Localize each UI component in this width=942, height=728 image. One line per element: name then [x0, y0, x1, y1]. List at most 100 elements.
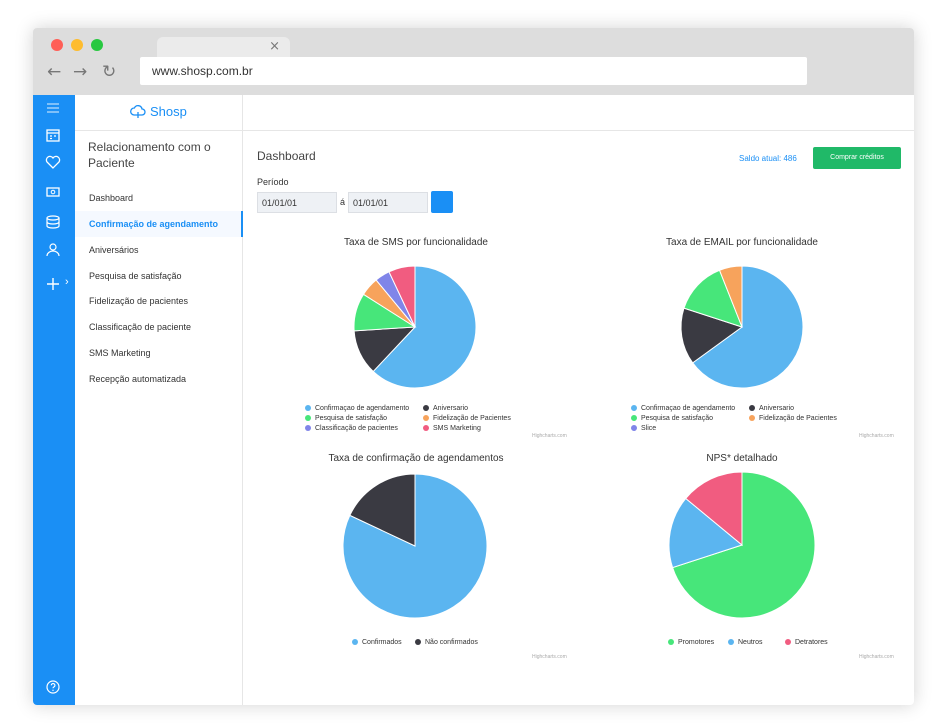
legend-dot-icon: [415, 639, 421, 645]
cloud-icon: [130, 104, 146, 118]
legend-dot-icon: [423, 415, 429, 421]
chart-credit[interactable]: Highcharts.com: [532, 654, 567, 660]
chart-credit[interactable]: Highcharts.com: [859, 654, 894, 660]
help-icon[interactable]: [44, 678, 62, 696]
add-icon[interactable]: [44, 275, 62, 293]
forward-icon[interactable]: →: [73, 62, 87, 82]
legend-dot-icon: [785, 639, 791, 645]
back-icon[interactable]: ←: [47, 62, 61, 82]
legend-item[interactable]: Confirmados: [352, 639, 402, 646]
legend-dot-icon: [352, 639, 358, 645]
pie-svg: [668, 471, 816, 619]
legend-item[interactable]: Fidelização de Pacientes: [749, 415, 837, 422]
page-title: Dashboard: [257, 149, 316, 163]
legend-dot-icon: [423, 405, 429, 411]
money-icon[interactable]: [44, 183, 62, 201]
date-separator: á: [340, 197, 346, 207]
sidebar-item-6[interactable]: Classificação de paciente: [75, 314, 243, 340]
legend-label: Aniversario: [433, 405, 469, 412]
period-label: Período: [257, 177, 289, 187]
pie-chart-4: NPS* detalhado Promotores Neutros Detratore…: [583, 450, 901, 665]
legend-label: Promotores: [678, 639, 715, 646]
pie-chart-3: Taxa de confirmação de agendamentos Confi…: [257, 450, 575, 665]
legend-item[interactable]: Não confirmados: [415, 639, 478, 646]
close-window-button[interactable]: [51, 39, 63, 51]
sidebar-item-2[interactable]: Confirmação de agendamento: [75, 211, 243, 237]
menu-icon[interactable]: [44, 99, 62, 117]
legend-label: Confirmaçao de agendamento: [641, 405, 736, 412]
legend-item[interactable]: Slice: [631, 425, 656, 432]
pie-chart-2: Taxa de EMAIL por funcionalidade Confirma…: [583, 233, 901, 448]
legend-dot-icon: [631, 425, 637, 431]
legend-label: Confirmaçao de agendamento: [315, 405, 410, 412]
legend-item[interactable]: Confirmaçao de agendamento: [305, 405, 409, 412]
top-bar: [243, 95, 914, 131]
section-title: Relacionamento com o Paciente: [88, 140, 211, 170]
sidebar-item-1[interactable]: Dashboard: [75, 185, 243, 211]
legend-item[interactable]: Aniversario: [749, 405, 794, 412]
legend-item[interactable]: SMS Marketing: [423, 425, 481, 432]
minimize-window-button[interactable]: [71, 39, 83, 51]
reload-icon[interactable]: ↻: [102, 62, 116, 82]
pie-chart-1: Taxa de SMS por funcionalidade Confirmaça…: [257, 233, 575, 448]
legend-label: Neutros: [738, 639, 763, 646]
legend-label: Fidelização de Pacientes: [433, 415, 511, 422]
sidebar-item-5[interactable]: Fidelização de pacientes: [75, 288, 243, 314]
legend-item[interactable]: Fidelização de Pacientes: [423, 415, 511, 422]
legend-label: Pesquisa de satisfação: [641, 415, 713, 422]
legend-dot-icon: [749, 405, 755, 411]
legend-label: SMS Marketing: [433, 425, 481, 432]
legend-dot-icon: [423, 425, 429, 431]
legend-item[interactable]: Classificação de pacientes: [305, 425, 398, 432]
sidebar: Shosp Relacionamento com o Paciente Dash…: [75, 95, 243, 705]
logo-text: Shosp: [150, 103, 187, 119]
pie-svg: [342, 473, 488, 619]
chart-credit[interactable]: Highcharts.com: [532, 433, 567, 439]
pie-svg: [353, 265, 477, 389]
calendar-icon[interactable]: [44, 126, 62, 144]
legend-item[interactable]: Confirmaçao de agendamento: [631, 405, 735, 412]
sidebar-item-4[interactable]: Pesquisa de satisfação: [75, 263, 243, 289]
legend-label: Detratores: [795, 639, 828, 646]
date-to-input[interactable]: 01/01/01: [348, 192, 428, 213]
icon-bar: ›: [33, 95, 75, 705]
expand-icon[interactable]: ›: [65, 276, 69, 288]
sidebar-item-3[interactable]: Aniversários: [75, 237, 243, 263]
sidebar-item-8[interactable]: Recepção automatizada: [75, 366, 243, 392]
maximize-window-button[interactable]: [91, 39, 103, 51]
legend-item[interactable]: Aniversario: [423, 405, 468, 412]
legend-dot-icon: [668, 639, 674, 645]
chart-credit[interactable]: Highcharts.com: [859, 433, 894, 439]
users-icon[interactable]: [44, 241, 62, 259]
legend-item[interactable]: Neutros: [728, 639, 763, 646]
balance-text: Saldo atual: 486: [739, 154, 797, 163]
legend-item[interactable]: Detratores: [785, 639, 828, 646]
legend-dot-icon: [631, 415, 637, 421]
legend-item[interactable]: Pesquisa de satisfação: [305, 415, 387, 422]
buy-credits-button[interactable]: Comprar créditos: [813, 147, 901, 169]
legend-label: Aniversario: [759, 405, 795, 412]
legend-dot-icon: [728, 639, 734, 645]
browser-tab[interactable]: ×: [157, 37, 290, 59]
tab-close-icon[interactable]: ×: [269, 39, 280, 54]
legend-dot-icon: [305, 415, 311, 421]
legend-label: Pesquisa de satisfação: [315, 415, 387, 422]
browser-window: × ← → ↻ www.shosp.com.br › Shosp Relacio…: [33, 28, 914, 705]
legend-item[interactable]: Pesquisa de satisfação: [631, 415, 713, 422]
legend-label: Não confirmados: [425, 639, 478, 646]
logo[interactable]: Shosp: [129, 103, 187, 119]
pie-svg: [680, 265, 804, 389]
legend-label: Confirmados: [362, 639, 402, 646]
database-icon[interactable]: [44, 213, 62, 231]
legend-label: Classificação de pacientes: [315, 425, 398, 432]
sidebar-item-7[interactable]: SMS Marketing: [75, 340, 243, 366]
legend-item[interactable]: Promotores: [668, 639, 714, 646]
browser-chrome: × ← → ↻ www.shosp.com.br: [33, 28, 914, 95]
address-bar[interactable]: www.shosp.com.br: [140, 57, 807, 85]
apply-filter-button[interactable]: [431, 191, 453, 213]
heart-icon[interactable]: [44, 153, 62, 171]
date-from-input[interactable]: 01/01/01: [257, 192, 337, 213]
legend-label: Slice: [641, 425, 657, 432]
legend-dot-icon: [305, 405, 311, 411]
legend-dot-icon: [305, 425, 311, 431]
